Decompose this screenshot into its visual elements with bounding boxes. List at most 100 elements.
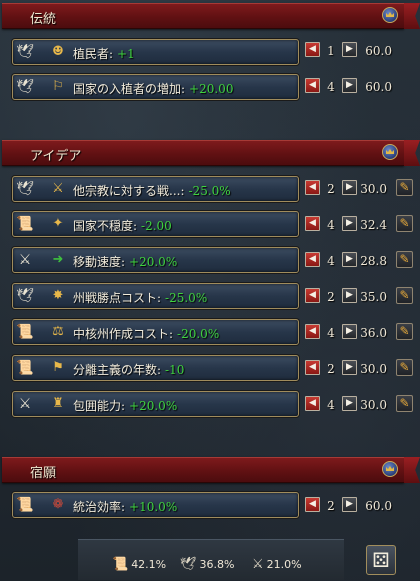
scroll-icon: 📜 (16, 497, 34, 513)
scroll-icon: 📜 (112, 557, 129, 572)
crossed-swords-icon: ⚔ (18, 396, 32, 412)
dove-icon: 🕊 (16, 44, 34, 60)
separatism-icon: ⚑ (52, 360, 64, 375)
crown-icon (382, 7, 398, 23)
section-title: 宿願 (30, 466, 57, 481)
crossed-swords-icon: ⚔ (252, 557, 264, 572)
idea-level: 2 (327, 182, 335, 196)
dove-icon: 🕊 (16, 181, 34, 197)
idea-row: 📜 ⚑ 分離主義の年数: -10 (12, 355, 299, 381)
idea-level: 1 (327, 44, 335, 58)
idea-name: 州戦勝点コスト: (73, 291, 162, 305)
idea-row: 📜 ⚖ 中核州作成コスト: -20.0% (12, 319, 299, 345)
decrease-button[interactable]: ◀ (305, 324, 320, 339)
mil-percentage: ⚔ 21.0% (252, 557, 302, 572)
scroll-icon: 📜 (16, 324, 34, 340)
idea-level: 2 (327, 499, 335, 513)
idea-name: 統治効率: (73, 500, 126, 514)
war-score-icon: ✸ (52, 288, 64, 303)
increase-button[interactable]: ▶ (342, 252, 357, 267)
increase-button[interactable]: ▶ (342, 42, 357, 57)
movement-icon: ➜ (52, 252, 64, 267)
dip-percentage: 📜 42.1% (112, 557, 167, 572)
idea-cost: 35.0 (360, 290, 387, 304)
dice-randomize-button[interactable]: ⚄ (366, 545, 396, 575)
idea-name: 他宗教に対する戦...: (73, 184, 185, 198)
increase-button[interactable]: ▶ (342, 180, 357, 195)
increase-button[interactable]: ▶ (342, 324, 357, 339)
idea-name: 中核州作成コスト: (73, 327, 174, 341)
idea-level: 4 (327, 398, 335, 412)
settlers-icon: ⚐ (52, 79, 64, 94)
increase-button[interactable]: ▶ (342, 216, 357, 231)
decrease-button[interactable]: ◀ (305, 396, 320, 411)
idea-name: 植民者: (73, 47, 114, 61)
idea-cost: 36.0 (360, 326, 387, 340)
edit-pencil-icon[interactable]: ✎ (396, 395, 413, 412)
idea-name: 包囲能力: (73, 399, 126, 413)
edit-pencil-icon[interactable]: ✎ (396, 323, 413, 340)
edit-pencil-icon[interactable]: ✎ (396, 287, 413, 304)
governing-icon: ❁ (52, 497, 64, 512)
idea-value: +20.0% (129, 255, 178, 269)
dove-icon: 🕊 (16, 288, 34, 304)
decrease-button[interactable]: ◀ (305, 42, 320, 57)
increase-button[interactable]: ▶ (342, 78, 357, 93)
category-summary: 📜 42.1% 🕊 36.8% ⚔ 21.0% (78, 539, 344, 580)
idea-cost: 30.0 (360, 362, 387, 376)
idea-value: +1 (117, 47, 135, 61)
decrease-button[interactable]: ◀ (305, 360, 320, 375)
idea-level: 4 (327, 326, 335, 340)
idea-cost: 60.0 (365, 499, 392, 513)
idea-level: 4 (327, 80, 335, 94)
dove-icon: 🕊 (180, 557, 197, 572)
crown-icon (382, 461, 398, 477)
decrease-button[interactable]: ◀ (305, 216, 320, 231)
idea-level: 2 (327, 290, 335, 304)
section-header-ambition: 宿願 (2, 457, 404, 483)
increase-button[interactable]: ▶ (342, 360, 357, 375)
decrease-button[interactable]: ◀ (305, 252, 320, 267)
admin-percentage: 🕊 36.8% (180, 557, 235, 572)
decrease-button[interactable]: ◀ (305, 180, 320, 195)
idea-cost: 32.4 (360, 218, 387, 232)
decrease-button[interactable]: ◀ (305, 78, 320, 93)
idea-value: -25.0% (188, 184, 231, 198)
edit-pencil-icon[interactable]: ✎ (396, 251, 413, 268)
idea-cost: 30.0 (360, 398, 387, 412)
idea-value: -25.0% (165, 291, 208, 305)
idea-value: -2.00 (141, 219, 172, 233)
unrest-icon: ✦ (52, 216, 64, 231)
idea-value: -20.0% (177, 327, 220, 341)
idea-value: +20.0% (129, 399, 178, 413)
idea-value: +10.0% (129, 500, 178, 514)
idea-row: 🕊 ✸ 州戦勝点コスト: -25.0% (12, 283, 299, 309)
idea-row: 🕊 ☻ 植民者: +1 (12, 39, 299, 65)
idea-name: 国家不穏度: (73, 219, 138, 233)
idea-row: 🕊 ⚐ 国家の入植者の増加: +20.00 (12, 74, 299, 100)
decrease-button[interactable]: ◀ (305, 288, 320, 303)
religion-war-icon: ⚔ (52, 181, 64, 196)
section-title: 伝統 (30, 12, 57, 27)
idea-row: 📜 ❁ 統治効率: +10.0% (12, 492, 299, 518)
section-header-ideas: アイデア (2, 140, 404, 166)
idea-name: 国家の入植者の増加: (73, 82, 186, 96)
idea-level: 4 (327, 254, 335, 268)
idea-level: 4 (327, 218, 335, 232)
edit-pencil-icon[interactable]: ✎ (396, 179, 413, 196)
edit-pencil-icon[interactable]: ✎ (396, 359, 413, 376)
idea-value: -10 (165, 363, 185, 377)
crossed-swords-icon: ⚔ (18, 252, 32, 268)
increase-button[interactable]: ▶ (342, 497, 357, 512)
colonist-icon: ☻ (52, 44, 64, 59)
idea-level: 2 (327, 362, 335, 376)
idea-name: 分離主義の年数: (73, 363, 162, 377)
idea-name: 移動速度: (73, 255, 126, 269)
increase-button[interactable]: ▶ (342, 288, 357, 303)
increase-button[interactable]: ▶ (342, 396, 357, 411)
idea-cost: 30.0 (360, 182, 387, 196)
edit-pencil-icon[interactable]: ✎ (396, 215, 413, 232)
idea-row: ⚔ ♜ 包囲能力: +20.0% (12, 391, 299, 417)
decrease-button[interactable]: ◀ (305, 497, 320, 512)
idea-cost: 60.0 (365, 44, 392, 58)
